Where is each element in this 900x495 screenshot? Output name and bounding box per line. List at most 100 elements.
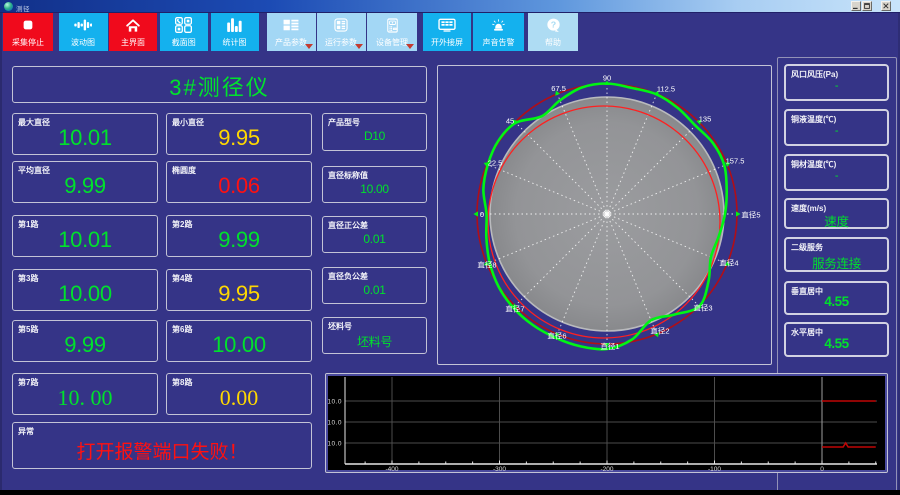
polar-label-直径2: 直径2: [650, 326, 669, 336]
box-label: 直径标称值: [328, 171, 368, 180]
toolbar-button-section[interactable]: 截面图: [159, 13, 208, 51]
box-value: 9.99: [64, 173, 106, 198]
toolbar-button-main[interactable]: 主界面: [109, 13, 157, 51]
dropdown-arrow-icon: [406, 44, 414, 49]
polar-label-90: 90: [603, 74, 611, 83]
polar-label-直径6: 直径6: [547, 331, 566, 341]
strip-x-labels: -400 -300 -200 -100 0: [385, 466, 824, 472]
value-box-产品型号: 产品型号 D10: [322, 113, 427, 151]
box-value: 9.99: [64, 332, 106, 357]
box-value: 10.01: [58, 125, 112, 150]
value-box-坯料号: 坯料号 坯料号: [322, 317, 427, 354]
dropdown-arrow-icon: [304, 44, 313, 49]
polar-label-直径4: 直径4: [719, 258, 738, 268]
toolbar-button-sound[interactable]: 声音告警: [473, 13, 524, 51]
trace-lower-trace: [822, 441, 876, 448]
toolbar-button-label: 产品参数: [275, 38, 307, 47]
x-tick-label: -400: [385, 466, 398, 472]
toolbar-button-label: 截面图: [171, 38, 196, 47]
polar-label-112.5: 112.5: [657, 85, 675, 94]
toolbar-button-wave[interactable]: 波动图: [58, 13, 108, 51]
toolbar-button-screen[interactable]: 开外接屏: [423, 13, 471, 51]
value-box-直径负公差: 直径负公差 0.01: [322, 267, 427, 304]
page-title: 3#测径仪: [12, 66, 427, 103]
polar-label-157.5: 157.5: [726, 157, 745, 166]
polar-label-直径5: 直径5: [741, 210, 760, 220]
minimize-button[interactable]: [851, 1, 861, 11]
x-tick-label: -300: [493, 466, 506, 472]
center-marker: [603, 210, 611, 218]
value-box-第8路: 第8路 0.00: [166, 373, 312, 415]
box-value: 10. 00: [57, 385, 113, 410]
value-box-直径标称值: 直径标称值 10.00: [322, 166, 427, 203]
polar-label-45: 45: [506, 117, 514, 126]
box-value: 10.00: [212, 332, 266, 357]
polar-label-直径7: 直径7: [505, 304, 524, 314]
value-box-第7路: 第7路 10. 00: [12, 373, 158, 415]
alarm-box: 异常 打开报警端口失败！: [12, 422, 312, 469]
x-tick-label: -100: [708, 466, 721, 472]
box-value: D10: [363, 129, 386, 143]
toolbar-button-product[interactable]: 产品参数: [266, 13, 316, 51]
trend-chart: -400 -300 -200 -100 0 10.0 10.0 10.0: [325, 373, 888, 473]
value-box-直径正公差: 直径正公差 0.01: [322, 216, 427, 253]
window-controls: [0, 0, 900, 13]
restore-button[interactable]: [862, 1, 872, 11]
value-box-第1路: 第1路 10.01: [12, 215, 158, 257]
value-box-第3路: 第3路 10.00: [12, 269, 158, 311]
toolbar-button-stop[interactable]: 采集停止: [3, 13, 53, 51]
polar-label-135: 135: [699, 115, 712, 124]
alarm-label: 异常: [18, 427, 34, 436]
toolbar-button-label: 统计图: [222, 38, 247, 47]
polar-plot: 直径5 157.5 135 112.5 90 67.5 45 22.5 0 直径8 直径7 直径6 直径…: [473, 74, 761, 351]
box-value: 9.95: [218, 281, 260, 306]
value-box-椭圆度: 椭圆度 0.06: [166, 161, 312, 203]
grid-icon: [334, 18, 348, 32]
waveform-icon: [74, 19, 92, 31]
polar-label-67.5: 67.5: [551, 84, 566, 93]
polar-label-直径8: 直径8: [477, 260, 496, 270]
value-box-第6路: 第6路 10.00: [166, 320, 312, 362]
value-box-最小直径: 最小直径 9.95: [166, 113, 312, 155]
box-value: 0.01: [363, 283, 386, 297]
toolbar-button-device[interactable]: 设备管理: [367, 13, 417, 51]
box-value: 坯料号: [356, 335, 393, 349]
toolbar-button-label: 帮助: [545, 38, 561, 47]
x-tick-label: 0: [820, 466, 824, 472]
box-value: 10.01: [58, 227, 112, 252]
toolbar-button-label: 波动图: [71, 38, 95, 47]
toolbar-button-run[interactable]: 运行参数: [316, 13, 366, 51]
toolbar: 采集停止 波动图 主界面 截面图 统计图 产品参数 运行参数 设备管理 开外接屏 声音告警? 帮助: [0, 13, 900, 51]
polar-label-0: 0: [480, 210, 484, 219]
bottom-edge: [0, 490, 900, 495]
y-tick-label: 10.0: [327, 420, 342, 427]
alarm-message: 打开报警端口失败！: [76, 442, 248, 463]
close-button[interactable]: [881, 1, 891, 11]
x-tick-label: -200: [600, 466, 613, 472]
polar-label-直径1: 直径1: [600, 341, 619, 351]
box-label: 坯料号: [328, 322, 352, 331]
value-box-第5路: 第5路 9.99: [12, 320, 158, 362]
strip-plot: -400 -300 -200 -100 0 10.0 10.0 10.0: [327, 377, 877, 472]
value-box-平均直径: 平均直径 9.99: [12, 161, 158, 203]
box-value: 0.00: [219, 385, 259, 410]
value-box-最大直径: 最大直径 10.01: [12, 113, 158, 155]
y-tick-label: 10.0: [327, 399, 342, 406]
section-icon: [175, 17, 193, 33]
box-value: 10.00: [58, 281, 112, 306]
toolbar-button-label: 设备管理: [376, 38, 408, 47]
toolbar-button-help[interactable]: ? 帮助: [528, 13, 578, 51]
application-window: 测径 采集停止 波动图 主界面 截面图 统计图 产品参数 运行参数 设备管理 开外接屏 声音告警?…: [0, 0, 900, 495]
toolbar-button-label: 采集停止: [12, 38, 44, 47]
value-box-第4路: 第4路 9.95: [166, 269, 312, 311]
home-icon: [126, 18, 140, 32]
title-bar: 测径: [0, 0, 900, 13]
box-label: 直径负公差: [328, 272, 368, 281]
strip-y-labels: 10.0 10.0 10.0: [327, 399, 342, 448]
box-label: 产品型号: [328, 118, 360, 127]
stop-icon: [22, 19, 34, 31]
toolbar-button-stats[interactable]: 统计图: [210, 13, 259, 51]
box-value: 0.01: [363, 232, 386, 246]
toolbar-button-label: 主界面: [121, 38, 145, 47]
toolbar-button-label: 运行参数: [325, 38, 357, 47]
